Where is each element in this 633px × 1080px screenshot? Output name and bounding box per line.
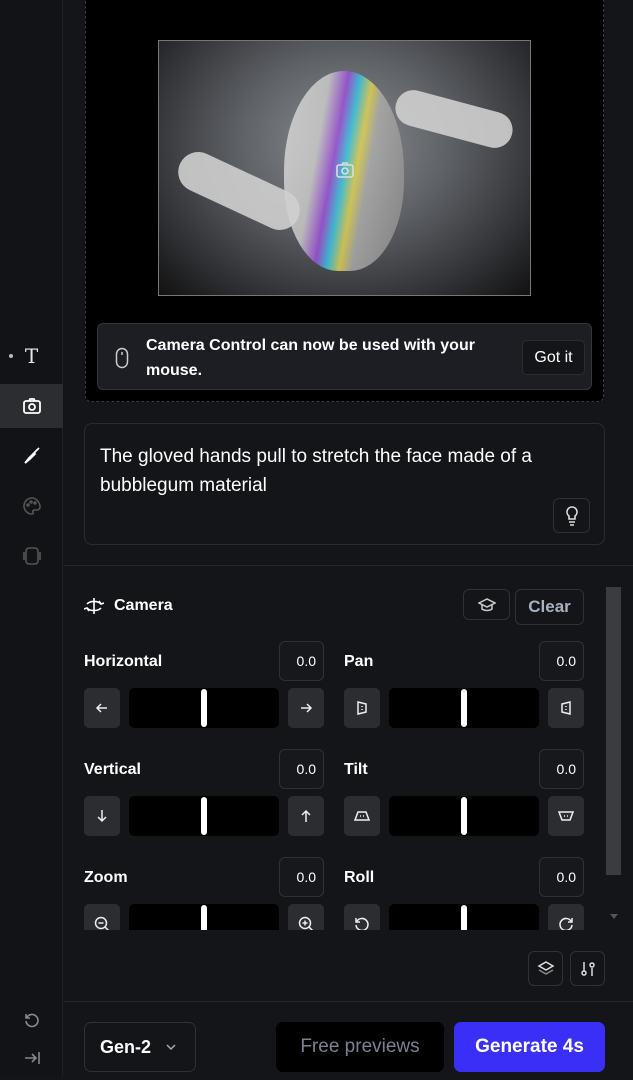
vertical-value-input[interactable]: 0.0 bbox=[279, 749, 324, 789]
roll-increase-button[interactable] bbox=[548, 904, 584, 930]
camera-panel: Camera Clear Horizontal 0.0 Pan 0.0 Vert… bbox=[64, 566, 606, 930]
zoom-decrease-button[interactable] bbox=[84, 904, 120, 930]
text-icon: T bbox=[24, 344, 39, 368]
graduation-cap-icon bbox=[477, 597, 496, 611]
roll-slider[interactable] bbox=[389, 904, 539, 930]
camera-control-notice: Camera Control can now be used with your… bbox=[97, 323, 592, 390]
sidebar-item-text[interactable]: T bbox=[0, 334, 63, 378]
slider-thumb[interactable] bbox=[461, 905, 467, 930]
tilt-up-icon bbox=[353, 811, 371, 821]
rotate-left-icon bbox=[355, 917, 369, 930]
control-label: Pan bbox=[344, 653, 374, 670]
undo-button[interactable] bbox=[0, 997, 63, 1041]
sidebar: T bbox=[0, 0, 63, 1076]
mouse-icon bbox=[115, 347, 129, 369]
zoom-in-icon bbox=[298, 916, 314, 930]
tilt-value-input[interactable]: 0.0 bbox=[539, 749, 584, 789]
slider-thumb[interactable] bbox=[201, 905, 207, 930]
vertical-increase-button[interactable] bbox=[288, 796, 324, 836]
pan-right-icon bbox=[561, 701, 571, 715]
arrow-right-icon bbox=[301, 703, 313, 713]
zoom-value-input[interactable]: 0.0 bbox=[279, 857, 324, 897]
indicator-dot bbox=[9, 354, 13, 358]
tilt-slider[interactable] bbox=[389, 796, 539, 836]
layers-icon bbox=[536, 960, 555, 975]
image-preview[interactable] bbox=[158, 40, 531, 296]
sidebar-item-brush[interactable] bbox=[0, 434, 63, 478]
roll-decrease-button[interactable] bbox=[344, 904, 380, 930]
slider-thumb[interactable] bbox=[461, 797, 467, 835]
undo-icon bbox=[24, 1013, 39, 1028]
scrollbar-thumb[interactable] bbox=[606, 587, 621, 875]
camera-motion-icon bbox=[84, 598, 104, 614]
brush-icon bbox=[23, 447, 40, 464]
slider-thumb[interactable] bbox=[201, 797, 207, 835]
generate-button[interactable]: Generate 4s bbox=[454, 1022, 605, 1072]
prompt-input[interactable]: The gloved hands pull to stretch the fac… bbox=[84, 423, 605, 545]
zoom-out-icon bbox=[94, 916, 110, 930]
pan-slider[interactable] bbox=[389, 688, 539, 728]
presets-button[interactable] bbox=[528, 951, 563, 986]
free-previews-button[interactable]: Free previews bbox=[276, 1022, 444, 1072]
clear-button[interactable]: Clear bbox=[515, 589, 584, 625]
chevron-down-icon bbox=[166, 1044, 176, 1051]
arrow-left-icon bbox=[95, 703, 107, 713]
notice-text: Camera Control can now be used with your… bbox=[146, 337, 475, 379]
control-label: Horizontal bbox=[84, 653, 163, 670]
prompt-text[interactable]: The gloved hands pull to stretch the fac… bbox=[100, 442, 550, 500]
sliders-icon bbox=[580, 961, 595, 976]
zoom-slider[interactable] bbox=[129, 904, 279, 930]
pan-left-icon bbox=[357, 701, 367, 715]
horizontal-increase-button[interactable] bbox=[288, 688, 324, 728]
sidebar-item-camera[interactable] bbox=[0, 384, 63, 428]
model-select-value: Gen-2 bbox=[100, 1036, 152, 1057]
camera-title: Camera bbox=[114, 597, 173, 614]
scroll-down-icon[interactable] bbox=[610, 914, 618, 919]
arrow-down-icon bbox=[97, 810, 107, 823]
slider-thumb[interactable] bbox=[461, 689, 467, 727]
horizontal-decrease-button[interactable] bbox=[84, 688, 120, 728]
horizontal-value-input[interactable]: 0.0 bbox=[279, 641, 324, 681]
prompt-ideas-button[interactable] bbox=[553, 498, 590, 533]
frames-icon bbox=[22, 547, 41, 565]
control-label: Zoom bbox=[84, 869, 128, 886]
palette-icon bbox=[22, 497, 41, 515]
tutorial-button[interactable] bbox=[463, 589, 510, 620]
model-select[interactable]: Gen-2 bbox=[84, 1022, 196, 1072]
lightbulb-icon bbox=[565, 505, 578, 526]
arrow-up-icon bbox=[301, 809, 311, 822]
tilt-decrease-button[interactable] bbox=[344, 796, 380, 836]
camera-icon bbox=[22, 398, 41, 414]
vertical-decrease-button[interactable] bbox=[84, 796, 120, 836]
control-label: Tilt bbox=[344, 761, 368, 778]
tilt-down-icon bbox=[557, 811, 575, 821]
control-label: Roll bbox=[344, 869, 375, 886]
scrollbar[interactable] bbox=[606, 572, 622, 932]
settings-button[interactable] bbox=[570, 951, 605, 986]
horizontal-slider[interactable] bbox=[129, 688, 279, 728]
divider bbox=[64, 1001, 633, 1002]
control-label: Vertical bbox=[84, 761, 141, 778]
slider-thumb[interactable] bbox=[201, 689, 207, 727]
pan-value-input[interactable]: 0.0 bbox=[539, 641, 584, 681]
sidebar-item-palette[interactable] bbox=[0, 484, 63, 528]
preview-hand-right bbox=[391, 86, 517, 152]
rotate-right-icon bbox=[559, 917, 573, 930]
pan-decrease-button[interactable] bbox=[344, 688, 380, 728]
got-it-button[interactable]: Got it bbox=[522, 340, 585, 375]
pan-increase-button[interactable] bbox=[548, 688, 584, 728]
tilt-increase-button[interactable] bbox=[548, 796, 584, 836]
roll-value-input[interactable]: 0.0 bbox=[539, 857, 584, 897]
zoom-increase-button[interactable] bbox=[288, 904, 324, 930]
camera-icon bbox=[336, 162, 354, 178]
vertical-slider[interactable] bbox=[129, 796, 279, 836]
sidebar-item-frames[interactable] bbox=[0, 534, 63, 578]
collapse-button[interactable] bbox=[0, 1036, 63, 1080]
collapse-icon bbox=[24, 1052, 40, 1064]
